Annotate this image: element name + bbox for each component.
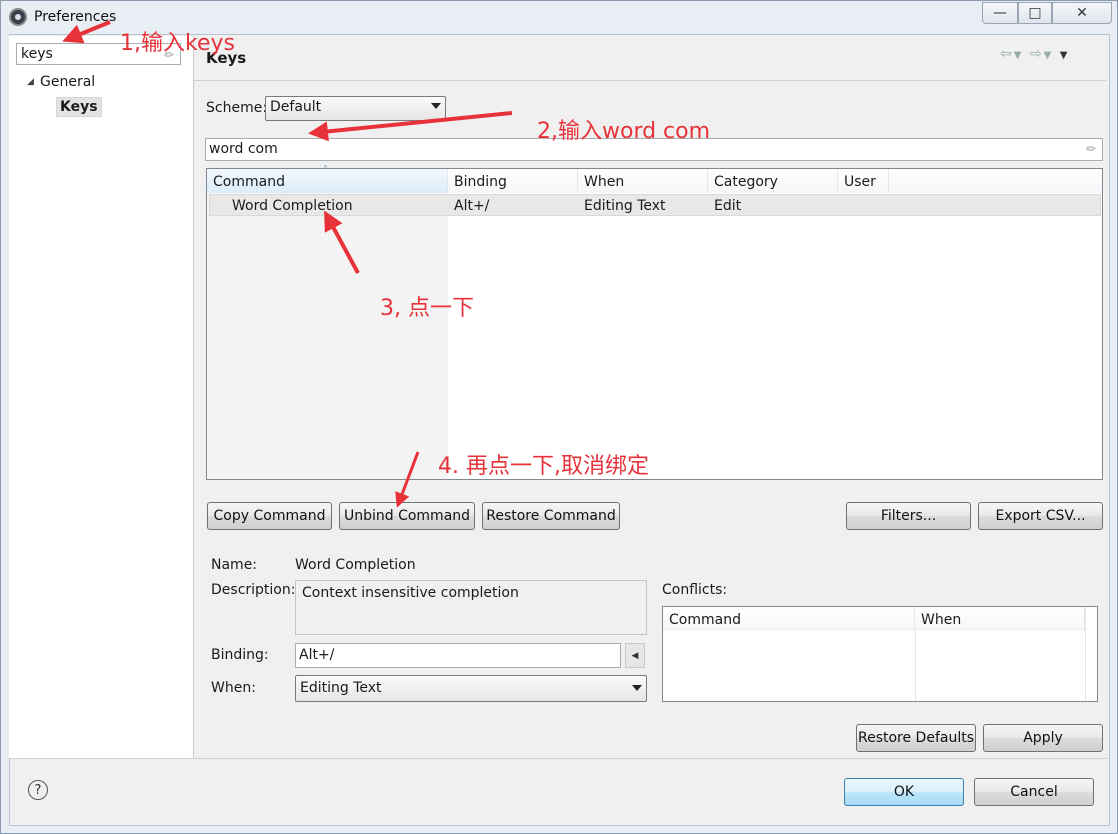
tree-item-general[interactable]: General (40, 74, 95, 90)
command-filter-value: word com (209, 141, 278, 157)
when-select[interactable]: Editing Text (295, 675, 647, 702)
column-header-category[interactable]: Category (708, 169, 838, 193)
cancel-button[interactable]: Cancel (974, 778, 1094, 806)
window-controls: — □ ✕ (982, 2, 1118, 24)
binding-input[interactable]: Alt+/ (295, 643, 621, 668)
column-header-command[interactable]: Command ˄ (207, 165, 448, 193)
copy-command-button[interactable]: Copy Command (207, 502, 332, 530)
forward-dropdown-icon[interactable]: ▼ (1044, 50, 1054, 61)
column-header-user[interactable]: User (838, 169, 889, 193)
filters-button[interactable]: Filters... (846, 502, 971, 530)
row-command: Word Completion (232, 198, 353, 214)
forward-arrow-icon[interactable]: ⇨ (1030, 46, 1044, 62)
restore-command-button[interactable]: Restore Command (482, 502, 620, 530)
column-header-filler (889, 169, 1102, 193)
annotation-step-3: 3, 点一下 (380, 296, 474, 321)
binding-menu-icon[interactable]: ◀ (625, 643, 645, 668)
view-menu-icon[interactable]: ▼ (1060, 50, 1070, 61)
conflicts-table: Command When (662, 606, 1098, 702)
chevron-down-icon (632, 685, 642, 691)
header-divider (194, 80, 1106, 81)
when-select-value: Editing Text (300, 680, 382, 696)
preferences-filter-value: keys (21, 46, 53, 62)
scheme-label: Scheme: (206, 100, 268, 116)
sort-ascending-icon: ˄ (323, 165, 328, 176)
name-value: Word Completion (295, 557, 416, 573)
page-navigation: ⇦▼ ⇨▼ ▼ (1000, 46, 1069, 62)
name-label: Name: (211, 557, 258, 573)
conflicts-label: Conflicts: (662, 582, 728, 598)
apply-button[interactable]: Apply (983, 724, 1103, 752)
column-header-when[interactable]: When (578, 169, 708, 193)
scheme-select-value: Default (270, 99, 322, 115)
tree-item-keys[interactable]: Keys (56, 97, 102, 117)
sorted-column-shade (207, 193, 448, 479)
restore-defaults-button[interactable]: Restore Defaults (856, 724, 976, 752)
maximize-button[interactable]: □ (1018, 2, 1052, 24)
description-label: Description: (211, 582, 296, 598)
help-icon[interactable]: ? (28, 780, 48, 800)
annotation-step-4: 4. 再点一下,取消绑定 (438, 454, 649, 479)
when-label: When: (211, 680, 256, 696)
minimize-button[interactable]: — (982, 2, 1018, 24)
conflicts-column-command[interactable]: Command (663, 607, 915, 631)
annotation-step-1: 1,输入keys (120, 31, 235, 56)
conflicts-column-divider (1085, 607, 1086, 701)
binding-label: Binding: (211, 647, 269, 663)
chevron-down-icon (431, 103, 441, 109)
column-header-command-label: Command (213, 174, 285, 190)
preferences-tree-pane (9, 36, 194, 758)
back-dropdown-icon[interactable]: ▼ (1014, 50, 1024, 61)
back-arrow-icon[interactable]: ⇦ (1000, 46, 1014, 62)
window-title: Preferences (34, 9, 117, 25)
footer-divider (9, 758, 1108, 759)
row-category: Edit (714, 198, 742, 214)
row-binding: Alt+/ (454, 198, 490, 214)
annotation-step-2: 2,输入word com (537, 119, 711, 144)
column-header-binding[interactable]: Binding (448, 169, 578, 193)
conflicts-column-when[interactable]: When (915, 607, 1085, 631)
description-field[interactable]: Context insensitive completion (295, 580, 647, 635)
unbind-command-button[interactable]: Unbind Command (339, 502, 475, 530)
row-when: Editing Text (584, 198, 666, 214)
export-csv-button[interactable]: Export CSV... (978, 502, 1103, 530)
bindings-table: Command ˄ Binding When Category User Wor… (206, 165, 1103, 480)
eclipse-app-icon (9, 8, 27, 26)
conflicts-column-divider (915, 631, 916, 701)
ok-button[interactable]: OK (844, 778, 964, 806)
tree-expand-arrow-icon[interactable]: ◢ (27, 77, 34, 87)
scheme-select[interactable]: Default (265, 96, 446, 121)
close-button[interactable]: ✕ (1052, 2, 1112, 24)
clear-command-filter-icon[interactable]: ✏ (1086, 142, 1098, 156)
